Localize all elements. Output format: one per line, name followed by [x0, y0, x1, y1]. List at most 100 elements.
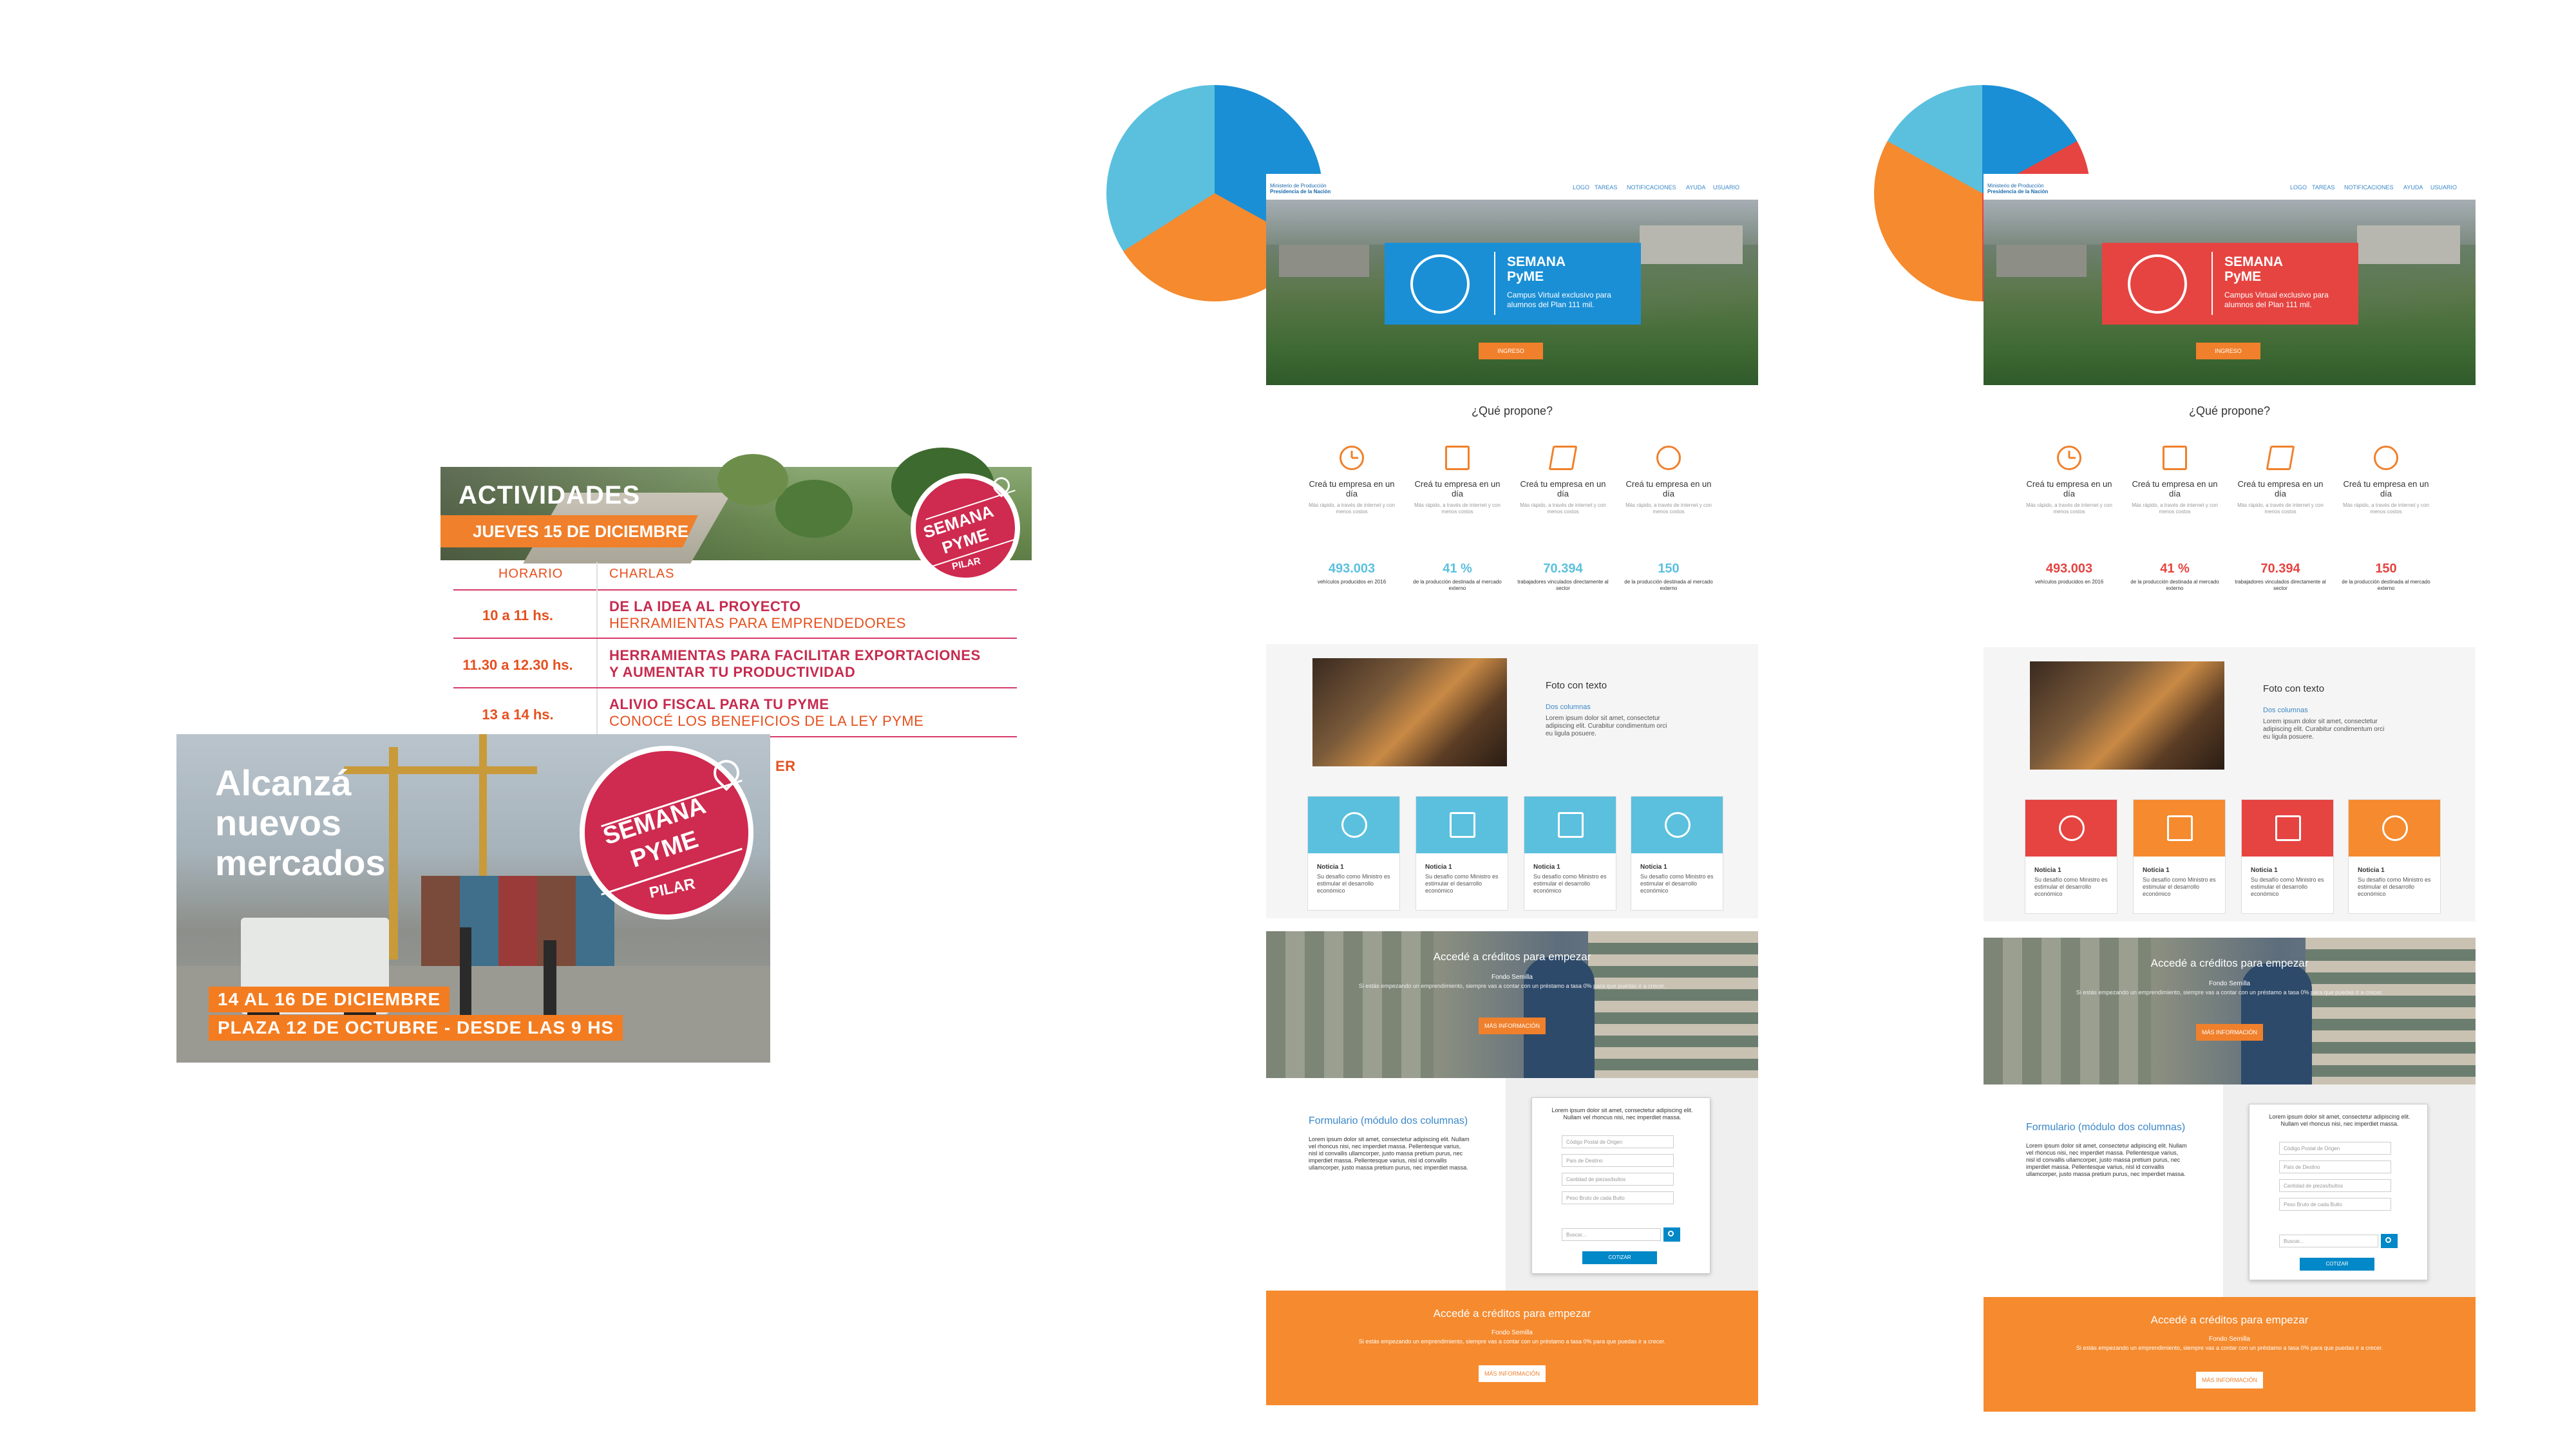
- row-time: 10 a 11 hs.: [482, 607, 554, 623]
- stat-item: 493.003 vehículos producidos en 2016: [1317, 562, 1387, 585]
- quantity-field[interactable]: Cantidad de piezas/bultos: [1562, 1173, 1674, 1186]
- nav-logo[interactable]: LOGO: [2290, 184, 2307, 191]
- weight-field[interactable]: Peso Bruto de cada Bulto: [1562, 1191, 1674, 1204]
- cotizar-button[interactable]: COTIZAR: [1582, 1251, 1657, 1264]
- weight-field[interactable]: Peso Bruto de cada Bulto: [2279, 1198, 2391, 1211]
- ingreso-button[interactable]: INGRESO: [2196, 343, 2260, 359]
- creditos-banner: Accedé a créditos para empezar Fondo Sem…: [1266, 931, 1758, 1078]
- nav-tareas[interactable]: TAREAS: [1595, 184, 1617, 191]
- news-card[interactable]: Noticia 1 Su desafío como Ministro es est…: [2133, 799, 2226, 914]
- clock-icon: [1341, 812, 1367, 838]
- foto-con-texto-section: Foto con texto Dos columnas Lorem ipsum …: [1984, 647, 2476, 784]
- search-input[interactable]: Buscar...: [1562, 1228, 1661, 1241]
- mas-informacion-button[interactable]: MÁS INFORMACIÓN: [1479, 1018, 1546, 1034]
- chat-icon: [1656, 446, 1681, 470]
- archive-icon: [1450, 812, 1475, 838]
- row-title: DE LA IDEA AL PROYECTO: [609, 598, 801, 614]
- form-section: Formulario (módulo dos columnas) Lorem i…: [1984, 1084, 2476, 1297]
- stat-item: 150 de la producción destinada al mercado…: [1624, 562, 1713, 591]
- hero-banner: SEMANA PyME Campus Virtual exclusivo para…: [1984, 200, 2476, 385]
- search-button[interactable]: [1663, 1227, 1680, 1242]
- divider: [453, 589, 1017, 591]
- chat-icon: [2374, 446, 2398, 470]
- news-card[interactable]: Noticia 1 Su desafío como Ministro es est…: [1416, 796, 1508, 911]
- feature-item: Creá tu empresa en un día Más rápido, a t…: [2021, 446, 2117, 515]
- hero-banner: SEMANA PyME Campus Virtual exclusivo para…: [1266, 200, 1758, 385]
- nav-usuario[interactable]: USUARIO: [2430, 184, 2457, 191]
- stat-item: 41 % de la producción destinada al mercad…: [1413, 562, 1502, 591]
- semana-pyme-badge: [1410, 254, 1470, 314]
- nav-ayuda[interactable]: AYUDA: [2403, 184, 2423, 191]
- nav-notificaciones[interactable]: NOTIFICACIONES: [1627, 184, 1676, 191]
- news-card[interactable]: Noticia 1 Su desafío como Ministro es est…: [2025, 799, 2117, 914]
- book-icon: [2275, 815, 2301, 841]
- search-input[interactable]: Buscar...: [2279, 1235, 2378, 1247]
- feature-item: Creá tu empresa en un día Más rápido, a t…: [1303, 446, 1400, 515]
- postal-code-field[interactable]: Código Postal de Origen: [2279, 1142, 2391, 1155]
- divider: [453, 638, 1017, 639]
- book-icon: [2266, 446, 2295, 470]
- worker-photo: [2030, 661, 2224, 770]
- semana-pyme-badge: SEMANA PYME PILAR: [911, 473, 1020, 583]
- cotizar-button[interactable]: COTIZAR: [2300, 1258, 2374, 1271]
- news-card[interactable]: Noticia 1 Su desafío como Ministro es est…: [2241, 799, 2334, 914]
- nav-tareas[interactable]: TAREAS: [2312, 184, 2334, 191]
- alcanza-flyer: Alcanzá nuevos mercados SEMANA PYME PILA…: [176, 734, 770, 1063]
- news-card[interactable]: Noticia 1 Su desafío como Ministro es est…: [1307, 796, 1400, 911]
- hero-subtitle: Campus Virtual exclusivo para alumnos de…: [2224, 290, 2329, 309]
- news-card[interactable]: Noticia 1 Su desafío como Ministro es est…: [1631, 796, 1723, 911]
- archive-icon: [1445, 446, 1470, 470]
- ministry-logo: Ministerio de Producción Presidencia de l…: [1987, 183, 2049, 194]
- clock-icon: [2059, 815, 2085, 841]
- country-select[interactable]: País de Destino: [2279, 1160, 2391, 1173]
- feature-item: Creá tu empresa en un día Más rápido, a t…: [1515, 446, 1611, 515]
- foto-con-texto-section: Foto con texto Dos columnas Lorem ipsum …: [1266, 644, 1758, 781]
- worker-photo: [1312, 658, 1507, 766]
- nav-ayuda[interactable]: AYUDA: [1686, 184, 1705, 191]
- row-time: 11.30 a 12.30 hs.: [462, 657, 573, 673]
- row-subtitle: HERRAMIENTAS PARA EMPRENDEDORES: [609, 615, 906, 631]
- mas-informacion-button[interactable]: MÁS INFORMACIÓN: [2196, 1372, 2263, 1388]
- mas-informacion-button[interactable]: MÁS INFORMACIÓN: [1479, 1365, 1546, 1382]
- stat-item: 150 de la producción destinada al mercado…: [2342, 562, 2430, 591]
- nav-usuario[interactable]: USUARIO: [1713, 184, 1739, 191]
- website-mockup-red: Ministerio de Producción Presidencia de l…: [1984, 174, 2476, 1412]
- archive-icon: [2167, 815, 2193, 841]
- cards-section: Noticia 1 Su desafío como Ministro es est…: [1266, 781, 1758, 918]
- partial-text: ER: [775, 758, 796, 774]
- quote-form: Lorem ipsum dolor sit amet, consectetur …: [1531, 1097, 1710, 1274]
- news-card[interactable]: Noticia 1 Su desafío como Ministro es est…: [1524, 796, 1616, 911]
- postal-code-field[interactable]: Código Postal de Origen: [1562, 1135, 1674, 1148]
- book-icon: [1548, 446, 1578, 470]
- location-pin-icon: [708, 754, 745, 791]
- col-horario: HORARIO: [498, 567, 564, 581]
- ingreso-button[interactable]: INGRESO: [1479, 343, 1543, 359]
- hero-title: SEMANA PyME: [2224, 254, 2284, 284]
- stat-item: 70.394 trabajadores vinculados directamen…: [1517, 562, 1609, 591]
- quantity-field[interactable]: Cantidad de piezas/bultos: [2279, 1179, 2391, 1192]
- nav-logo[interactable]: LOGO: [1573, 184, 1589, 191]
- semana-pyme-badge: [2128, 254, 2187, 314]
- ad-place-strip: PLAZA 12 DE OCTUBRE - DESDE LAS 9 HS: [209, 1015, 623, 1041]
- website-mockup-blue: Ministerio de Producción Presidencia de l…: [1266, 174, 1758, 1405]
- row-title: HERRAMIENTAS PARA FACILITAR EXPORTACIONE…: [609, 647, 981, 663]
- cards-section: Noticia 1 Su desafío como Ministro es est…: [1984, 784, 2476, 922]
- chat-icon: [2382, 815, 2408, 841]
- news-card[interactable]: Noticia 1 Su desafío como Ministro es est…: [2348, 799, 2441, 914]
- search-button[interactable]: [2381, 1234, 2398, 1248]
- stat-item: 493.003 vehículos producidos en 2016: [2034, 562, 2104, 585]
- chat-icon: [1665, 812, 1690, 838]
- divider: [596, 562, 598, 737]
- hero-box: SEMANA PyME Campus Virtual exclusivo para…: [1385, 243, 1641, 325]
- nav-notificaciones[interactable]: NOTIFICACIONES: [2344, 184, 2394, 191]
- feature-item: Creá tu empresa en un día Más rápido, a t…: [2338, 446, 2434, 515]
- semana-pyme-badge: SEMANA PYME PILAR: [580, 746, 753, 920]
- ad-title: Alcanzá nuevos mercados: [215, 762, 386, 883]
- stat-item: 41 % de la producción destinada al mercad…: [2130, 562, 2219, 591]
- hero-subtitle: Campus Virtual exclusivo para alumnos de…: [1507, 290, 1611, 309]
- feature-item: Creá tu empresa en un día Más rápido, a t…: [2232, 446, 2329, 515]
- country-select[interactable]: País de Destino: [1562, 1154, 1674, 1167]
- archive-icon: [2163, 446, 2187, 470]
- creditos-banner: Accedé a créditos para empezar Fondo Sem…: [1984, 938, 2476, 1084]
- mas-informacion-button[interactable]: MÁS INFORMACIÓN: [2196, 1024, 2263, 1041]
